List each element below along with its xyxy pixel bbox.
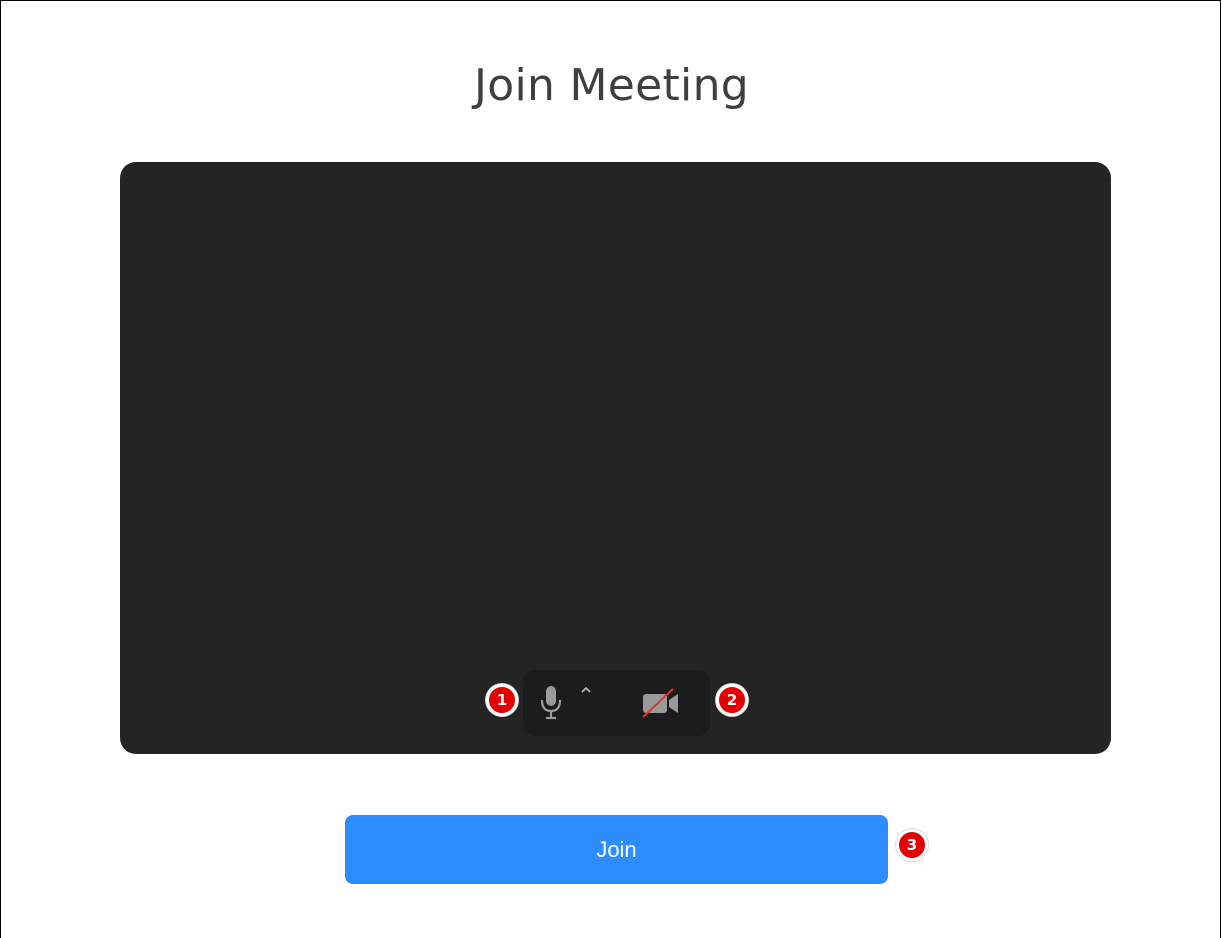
page-title: Join Meeting bbox=[474, 60, 749, 111]
annotation-badge-2: 2 bbox=[716, 684, 748, 716]
camera-toggle-button[interactable] bbox=[641, 688, 681, 718]
preview-controls-bar bbox=[523, 670, 710, 736]
annotation-badge-3: 3 bbox=[896, 829, 928, 861]
join-button[interactable]: Join bbox=[345, 815, 888, 884]
annotation-badge-1: 1 bbox=[486, 684, 518, 716]
microphone-icon bbox=[539, 684, 563, 722]
video-camera-off-icon bbox=[641, 688, 681, 718]
microphone-button[interactable] bbox=[539, 684, 563, 722]
chevron-up-icon bbox=[577, 680, 595, 700]
video-preview bbox=[120, 162, 1111, 754]
audio-options-button[interactable] bbox=[577, 680, 595, 700]
